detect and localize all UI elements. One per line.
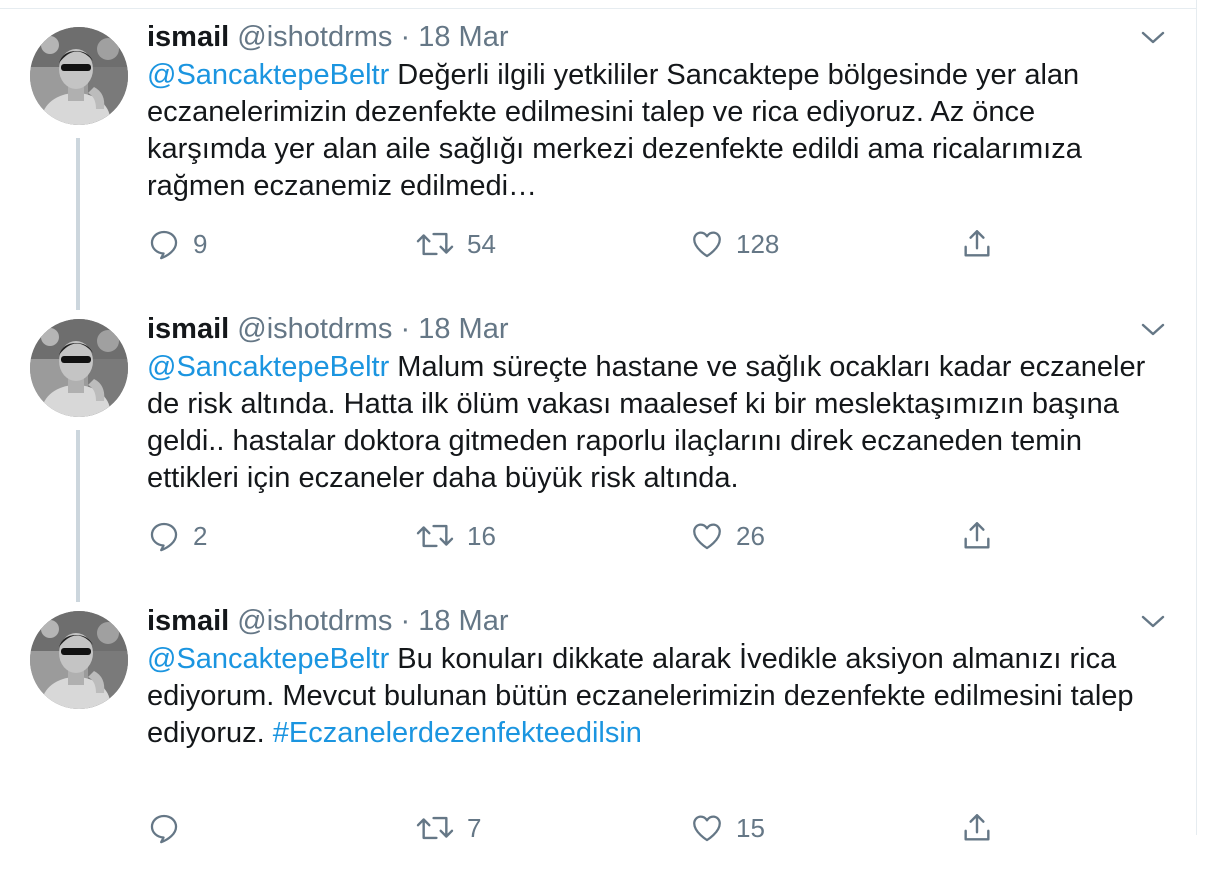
reply-count: 2 [193, 520, 208, 551]
display-name[interactable]: ismail [147, 313, 229, 345]
separator-dot: · [400, 313, 411, 345]
like-count: 15 [736, 812, 765, 843]
tweet-header: ismail @ishotdrms · 18 Mar [147, 20, 508, 54]
share-button[interactable] [960, 808, 994, 848]
column-divider [1196, 0, 1197, 835]
display-name[interactable]: ismail [147, 605, 229, 637]
like-icon [690, 227, 724, 261]
reply-button[interactable]: 9 [147, 224, 207, 264]
tweet-text: @SancaktepeBeltr Bu konuları dikkate ala… [147, 641, 1157, 752]
avatar[interactable] [30, 27, 128, 125]
retweet-icon [415, 519, 455, 553]
share-button[interactable] [960, 224, 994, 264]
tweet-header: ismail @ishotdrms · 18 Mar [147, 604, 508, 638]
user-handle[interactable]: @ishotdrms [237, 313, 392, 345]
mention-link[interactable]: @SancaktepeBeltr [147, 59, 389, 91]
separator-dot: · [400, 21, 411, 53]
chevron-down-icon[interactable] [1139, 612, 1167, 632]
mention-link[interactable]: @SancaktepeBeltr [147, 351, 389, 383]
retweet-button[interactable]: 16 [415, 516, 496, 556]
retweet-button[interactable]: 7 [415, 808, 481, 848]
retweet-count: 7 [467, 812, 482, 843]
tweet-text: @SancaktepeBeltr Malum süreçte hastane v… [147, 349, 1157, 497]
tweet[interactable]: ismail @ishotdrms · 18 Mar @SancaktepeBe… [0, 0, 1196, 292]
tweet-text: @SancaktepeBeltr Değerli ilgili yetkilil… [147, 57, 1157, 205]
separator-dot: · [400, 605, 411, 637]
user-handle[interactable]: @ishotdrms [237, 21, 392, 53]
user-handle[interactable]: @ishotdrms [237, 605, 392, 637]
display-name[interactable]: ismail [147, 21, 229, 53]
tweet-header: ismail @ishotdrms · 18 Mar [147, 312, 508, 346]
tweet-actions: 7 15 [147, 808, 1007, 848]
like-button[interactable]: 128 [690, 224, 779, 264]
tweet-actions: 9 54 128 [147, 224, 1007, 264]
like-icon [690, 811, 724, 845]
tweet-date[interactable]: 18 Mar [418, 21, 508, 53]
share-icon [960, 811, 994, 845]
tweet-date[interactable]: 18 Mar [418, 313, 508, 345]
like-button[interactable]: 26 [690, 516, 765, 556]
like-count: 26 [736, 520, 765, 551]
mention-link[interactable]: @SancaktepeBeltr [147, 643, 389, 675]
avatar[interactable] [30, 611, 128, 709]
reply-icon [147, 811, 181, 845]
reply-button[interactable]: 2 [147, 516, 207, 556]
retweet-icon [415, 227, 455, 261]
avatar[interactable] [30, 319, 128, 417]
reply-icon [147, 227, 181, 261]
tweet[interactable]: ismail @ishotdrms · 18 Mar @SancaktepeBe… [0, 584, 1196, 876]
retweet-count: 54 [467, 228, 496, 259]
share-button[interactable] [960, 516, 994, 556]
tweet-actions: 2 16 26 [147, 516, 1007, 556]
retweet-button[interactable]: 54 [415, 224, 496, 264]
share-icon [960, 519, 994, 553]
like-button[interactable]: 15 [690, 808, 765, 848]
tweet[interactable]: ismail @ishotdrms · 18 Mar @SancaktepeBe… [0, 292, 1196, 584]
reply-count: 9 [193, 228, 208, 259]
retweet-count: 16 [467, 520, 496, 551]
tweet-date[interactable]: 18 Mar [418, 605, 508, 637]
share-icon [960, 227, 994, 261]
retweet-icon [415, 811, 455, 845]
reply-icon [147, 519, 181, 553]
chevron-down-icon[interactable] [1139, 320, 1167, 340]
like-count: 128 [736, 228, 780, 259]
chevron-down-icon[interactable] [1139, 28, 1167, 48]
reply-button[interactable] [147, 808, 193, 848]
like-icon [690, 519, 724, 553]
hashtag-link[interactable]: #Eczanelerdezenfekteedilsin [273, 717, 642, 749]
